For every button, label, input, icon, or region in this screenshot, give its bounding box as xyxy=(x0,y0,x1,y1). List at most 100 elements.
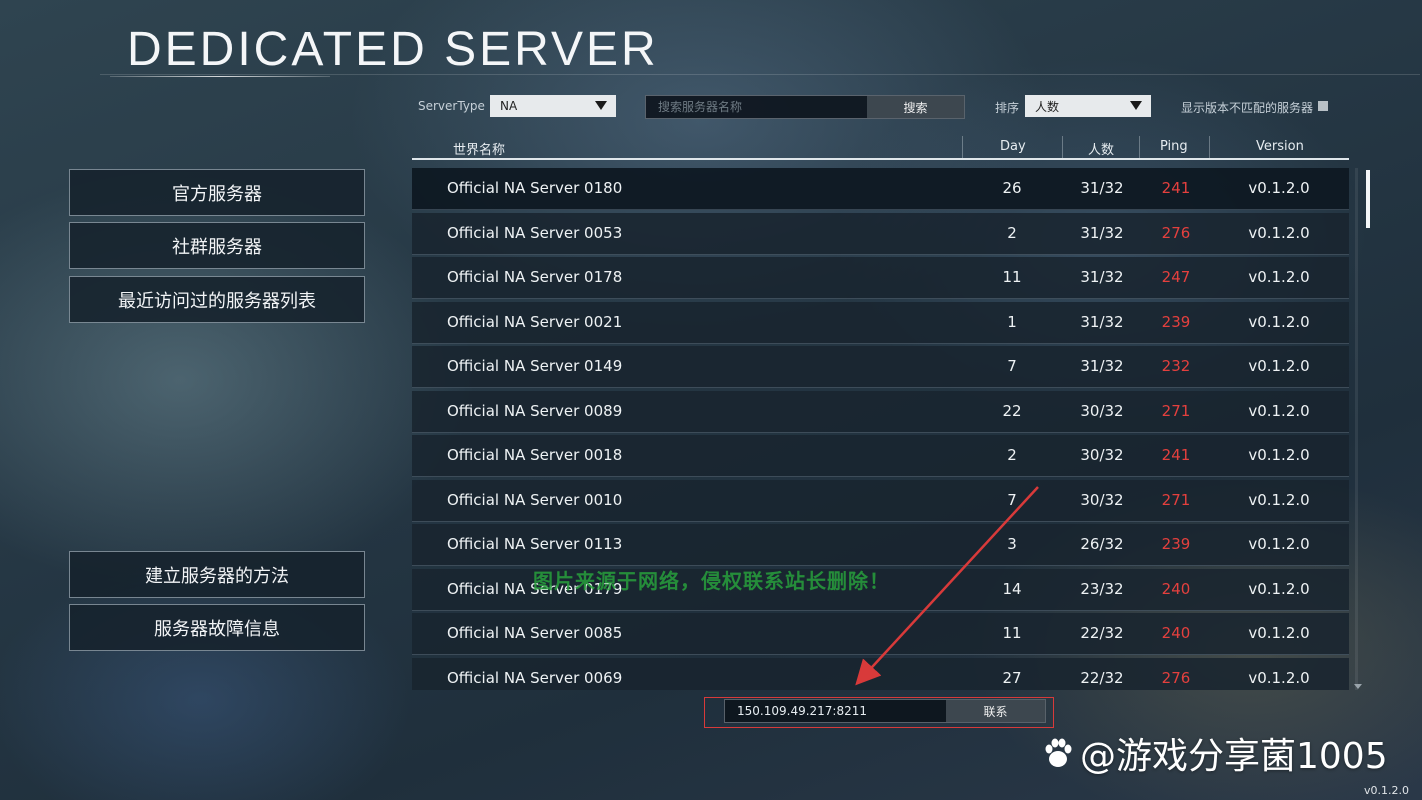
server-row[interactable]: Official NA Server 0069 27 22/32 276 v0.… xyxy=(412,657,1349,690)
server-players: 22/32 xyxy=(1080,668,1124,687)
server-day: 26 xyxy=(1002,179,1022,197)
server-name: Official NA Server 0053 xyxy=(447,223,623,242)
server-players: 30/32 xyxy=(1080,490,1124,509)
server-row[interactable]: Official NA Server 0085 11 22/32 240 v0.… xyxy=(412,613,1349,655)
server-table-header: 世界名称 Day 人数 Ping Version xyxy=(412,134,1349,160)
dropdown-arrow-icon xyxy=(1130,101,1142,110)
search-input[interactable] xyxy=(646,96,866,118)
server-day: 27 xyxy=(1002,668,1022,687)
server-day: 11 xyxy=(1002,624,1022,642)
server-name: Official NA Server 0179 xyxy=(447,579,623,598)
server-row[interactable]: Official NA Server 0179 14 23/32 240 v0.… xyxy=(412,568,1349,611)
server-day: 22 xyxy=(1002,401,1022,420)
sort-value: 人数 xyxy=(1035,99,1060,114)
server-name: Official NA Server 0018 xyxy=(447,446,623,464)
column-divider xyxy=(1209,136,1210,158)
server-ping: 276 xyxy=(1161,223,1191,242)
server-version: v0.1.2.0 xyxy=(1248,579,1310,598)
server-players: 22/32 xyxy=(1080,624,1124,642)
sort-select[interactable]: 人数 xyxy=(1025,95,1151,117)
server-ping: 241 xyxy=(1161,179,1191,197)
server-ping: 232 xyxy=(1161,357,1191,375)
column-header-ping[interactable]: Ping xyxy=(1160,139,1188,154)
scrollbar-track[interactable] xyxy=(1355,168,1358,690)
search-box: 搜索 xyxy=(645,95,965,119)
server-players: 31/32 xyxy=(1080,179,1124,197)
search-button[interactable]: 搜索 xyxy=(867,96,964,118)
paw-logo-icon xyxy=(1045,738,1072,767)
column-divider xyxy=(1062,136,1063,158)
server-name: Official NA Server 0178 xyxy=(447,268,623,286)
show-mismatch-checkbox[interactable] xyxy=(1318,101,1328,111)
column-divider xyxy=(962,136,963,158)
server-row[interactable]: Official NA Server 0021 1 31/32 239 v0.1… xyxy=(412,301,1349,344)
server-players: 30/32 xyxy=(1080,446,1124,464)
server-version: v0.1.2.0 xyxy=(1248,223,1310,242)
server-day: 11 xyxy=(1002,268,1022,286)
server-players: 26/32 xyxy=(1080,535,1124,553)
title-divider xyxy=(100,74,1420,75)
server-type-label: ServerType xyxy=(418,99,485,113)
server-name: Official NA Server 0089 xyxy=(447,401,623,420)
server-row[interactable]: Official NA Server 0149 7 31/32 232 v0.1… xyxy=(412,346,1349,388)
server-ping: 247 xyxy=(1161,268,1191,286)
server-ping: 241 xyxy=(1161,446,1191,464)
server-type-value: NA xyxy=(500,99,518,113)
server-address-input[interactable] xyxy=(725,700,945,722)
server-ping: 271 xyxy=(1161,490,1191,509)
column-header-version[interactable]: Version xyxy=(1256,139,1304,154)
server-type-select[interactable]: NA xyxy=(490,95,616,117)
server-row[interactable]: Official NA Server 0010 7 30/32 271 v0.1… xyxy=(412,479,1349,522)
server-name: Official NA Server 0021 xyxy=(447,312,623,331)
column-header-world-name[interactable]: 世界名称 xyxy=(453,139,505,158)
server-day: 3 xyxy=(1007,535,1017,553)
server-day: 2 xyxy=(1007,446,1017,464)
server-players: 31/32 xyxy=(1080,312,1124,331)
server-name: Official NA Server 0149 xyxy=(447,357,623,375)
nav-server-issues[interactable]: 服务器故障信息 xyxy=(69,604,365,651)
scrollbar-thumb[interactable] xyxy=(1366,170,1370,228)
server-version: v0.1.2.0 xyxy=(1248,357,1310,375)
sort-label: 排序 xyxy=(995,101,1020,115)
server-name: Official NA Server 0085 xyxy=(447,624,623,642)
nav-community-servers[interactable]: 社群服务器 xyxy=(69,222,365,269)
server-name: Official NA Server 0010 xyxy=(447,490,623,509)
brand-watermark: @游戏分享菌1005 xyxy=(1040,727,1388,779)
direct-connect-bar: 联系 xyxy=(724,699,1046,723)
show-mismatch-label: 显示版本不匹配的服务器 xyxy=(1181,101,1314,115)
server-players: 31/32 xyxy=(1080,357,1124,375)
brand-text: @游戏分享菌1005 xyxy=(1080,736,1388,777)
server-row[interactable]: Official NA Server 0180 26 31/32 241 v0.… xyxy=(412,168,1349,210)
server-ping: 239 xyxy=(1161,312,1191,331)
server-row[interactable]: Official NA Server 0018 2 30/32 241 v0.1… xyxy=(412,435,1349,477)
server-version: v0.1.2.0 xyxy=(1248,179,1310,197)
server-day: 1 xyxy=(1007,312,1017,331)
server-day: 7 xyxy=(1007,357,1017,375)
server-players: 31/32 xyxy=(1080,223,1124,242)
nav-official-servers[interactable]: 官方服务器 xyxy=(69,169,365,216)
server-version: v0.1.2.0 xyxy=(1248,490,1310,509)
column-divider xyxy=(1139,136,1140,158)
column-header-day[interactable]: Day xyxy=(1000,139,1026,154)
dropdown-arrow-icon xyxy=(595,101,607,110)
server-name: Official NA Server 0180 xyxy=(447,179,623,197)
server-version: v0.1.2.0 xyxy=(1248,535,1310,553)
connect-button[interactable]: 联系 xyxy=(946,700,1045,722)
server-row[interactable]: Official NA Server 0089 22 30/32 271 v0.… xyxy=(412,390,1349,433)
nav-how-to-host[interactable]: 建立服务器的方法 xyxy=(69,551,365,598)
column-header-players[interactable]: 人数 xyxy=(1088,139,1114,158)
server-name: Official NA Server 0069 xyxy=(447,668,623,687)
server-players: 23/32 xyxy=(1080,579,1124,598)
server-row[interactable]: Official NA Server 0113 3 26/32 239 v0.1… xyxy=(412,524,1349,566)
scroll-down-arrow-icon[interactable] xyxy=(1354,684,1362,689)
server-day: 2 xyxy=(1007,223,1017,242)
server-row[interactable]: Official NA Server 0053 2 31/32 276 v0.1… xyxy=(412,212,1349,255)
server-day: 14 xyxy=(1002,579,1022,598)
server-players: 31/32 xyxy=(1080,268,1124,286)
server-row[interactable]: Official NA Server 0178 11 31/32 247 v0.… xyxy=(412,257,1349,299)
server-day: 7 xyxy=(1007,490,1017,509)
server-list: Official NA Server 0180 26 31/32 241 v0.… xyxy=(412,168,1349,690)
nav-recent-servers[interactable]: 最近访问过的服务器列表 xyxy=(69,276,365,323)
server-ping: 240 xyxy=(1161,579,1191,598)
server-ping: 276 xyxy=(1161,668,1191,687)
